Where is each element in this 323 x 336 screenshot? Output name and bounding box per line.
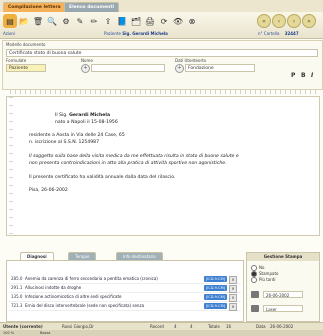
print-panel: Gestione Stampa No Stampato Più tardi 26… (246, 252, 320, 322)
book-icon[interactable]: 📘 (115, 14, 129, 28)
printer-field[interactable]: Laser (263, 305, 303, 312)
doc-body-1: Il soggetto sulla base della visita medi… (29, 154, 239, 159)
formulate-label: Formulate (6, 58, 27, 63)
document-editor[interactable]: Il Sig. Gerardi Michela nato a Napoli il… (6, 96, 320, 236)
doc-greeting: Il Sig. Gerardi Michela (55, 113, 111, 118)
formulate-field[interactable]: Paziente (6, 64, 46, 72)
ruler (10, 90, 320, 94)
remove-icon: × (229, 303, 237, 311)
print-option-later[interactable]: Più tardi (251, 277, 276, 283)
search-icon[interactable]: 🔍 (45, 14, 59, 28)
close-doc-icon[interactable]: ⊗ (185, 14, 199, 28)
format-italic-button[interactable]: I (311, 72, 313, 79)
list-item[interactable]: 285.0 Anemia da carenza di ferro secondar… (9, 275, 241, 284)
preview-icon[interactable]: 👁 (171, 14, 185, 28)
format-bold-button[interactable]: B (301, 72, 306, 79)
view-mode[interactable]: Bozza (40, 330, 50, 336)
settings-icon[interactable]: ⚙ (59, 14, 73, 28)
remove-icon: × (229, 276, 237, 284)
user-add-icon[interactable]: + (175, 64, 184, 73)
print-icon[interactable]: 🖨 (143, 14, 157, 28)
status-bar-2: 100 % Bozza (0, 330, 323, 336)
refresh-icon[interactable]: ⟳ (157, 14, 171, 28)
save-icon[interactable]: ▤ (3, 14, 17, 28)
calendar-icon[interactable] (251, 291, 259, 298)
folder-icon[interactable]: 🗂 (129, 14, 143, 28)
remove-icon: × (229, 285, 237, 293)
document-model-panel: Modello documento Certificato stato di b… (2, 40, 323, 90)
model-title: Modello documento (6, 42, 46, 47)
delete-icon[interactable]: 🗑 (31, 14, 45, 28)
list-item[interactable]: 291.1 Allucinosi indotte da droghe [ICD-9-… (9, 284, 241, 293)
print-panel-title: Gestione Stampa (247, 253, 319, 261)
diagnosis-list: 285.0 Anemia da carenza di ferro secondar… (6, 260, 244, 322)
toolbar: ▤ 📂 🗑 🔍 ⚙ ✎ ✏ ⇪ 📘 🗂 🖨 ⟳ 👁 ⊗ « ‹ › » Azio… (0, 12, 323, 39)
doc-ssn: n. iscrizione al S.S.N. 1254987 (29, 140, 100, 145)
user-label: Dati Utenteorto (175, 58, 207, 63)
print-date-field[interactable]: 26-06-2002 (263, 291, 303, 298)
name-add-icon[interactable]: + (81, 64, 90, 73)
export-icon[interactable]: ⇪ (101, 14, 115, 28)
remove-icon: × (229, 294, 237, 302)
zoom-level[interactable]: 100 % (3, 330, 14, 336)
list-item[interactable]: 135.0 Infezione actinomicotica di altre s… (9, 293, 241, 302)
first-record-icon[interactable]: « (257, 14, 271, 28)
prev-record-icon[interactable]: ‹ (272, 14, 286, 28)
user-field[interactable]: Fondazione (185, 64, 255, 72)
document-name-field[interactable]: Certificato stato di buona salute (6, 49, 318, 57)
edit-icon[interactable]: ✏ (87, 14, 101, 28)
last-record-icon[interactable]: » (302, 14, 316, 28)
printer-icon[interactable] (251, 305, 259, 312)
actions-label: Azioni (3, 31, 16, 36)
doc-body-2: non presenta controindicazioni in atto a… (29, 161, 227, 166)
next-record-icon[interactable]: › (287, 14, 301, 28)
doc-born: nato a Napoli il 15-08-1956 (55, 120, 118, 125)
folder-number-label: n° Cartella 32447 (258, 31, 299, 36)
margin-marks (9, 97, 13, 235)
doc-validity: Il presente certificato ha validità annu… (29, 175, 176, 180)
doc-place-date: Pisa, 26-06-2002 (29, 188, 68, 193)
top-tab-bar: Compilazione lettera Elenco documenti (0, 0, 323, 13)
name-field[interactable] (91, 64, 165, 72)
tools-icon[interactable]: ✎ (73, 14, 87, 28)
patient-label: Paziente Sig. Gerardi Michela (104, 31, 168, 36)
open-icon[interactable]: 📂 (17, 14, 31, 28)
format-p-button[interactable]: P (291, 72, 295, 79)
list-item[interactable]: 721.3 Ernia del disco intervertebrale (se… (9, 302, 241, 311)
doc-address: residente a Aosta in Via delle 24 Case, … (29, 133, 125, 138)
name-label: Nome (81, 58, 93, 63)
bottom-tab-bar: Diagnosi Terapie Info destinatario (6, 252, 244, 261)
